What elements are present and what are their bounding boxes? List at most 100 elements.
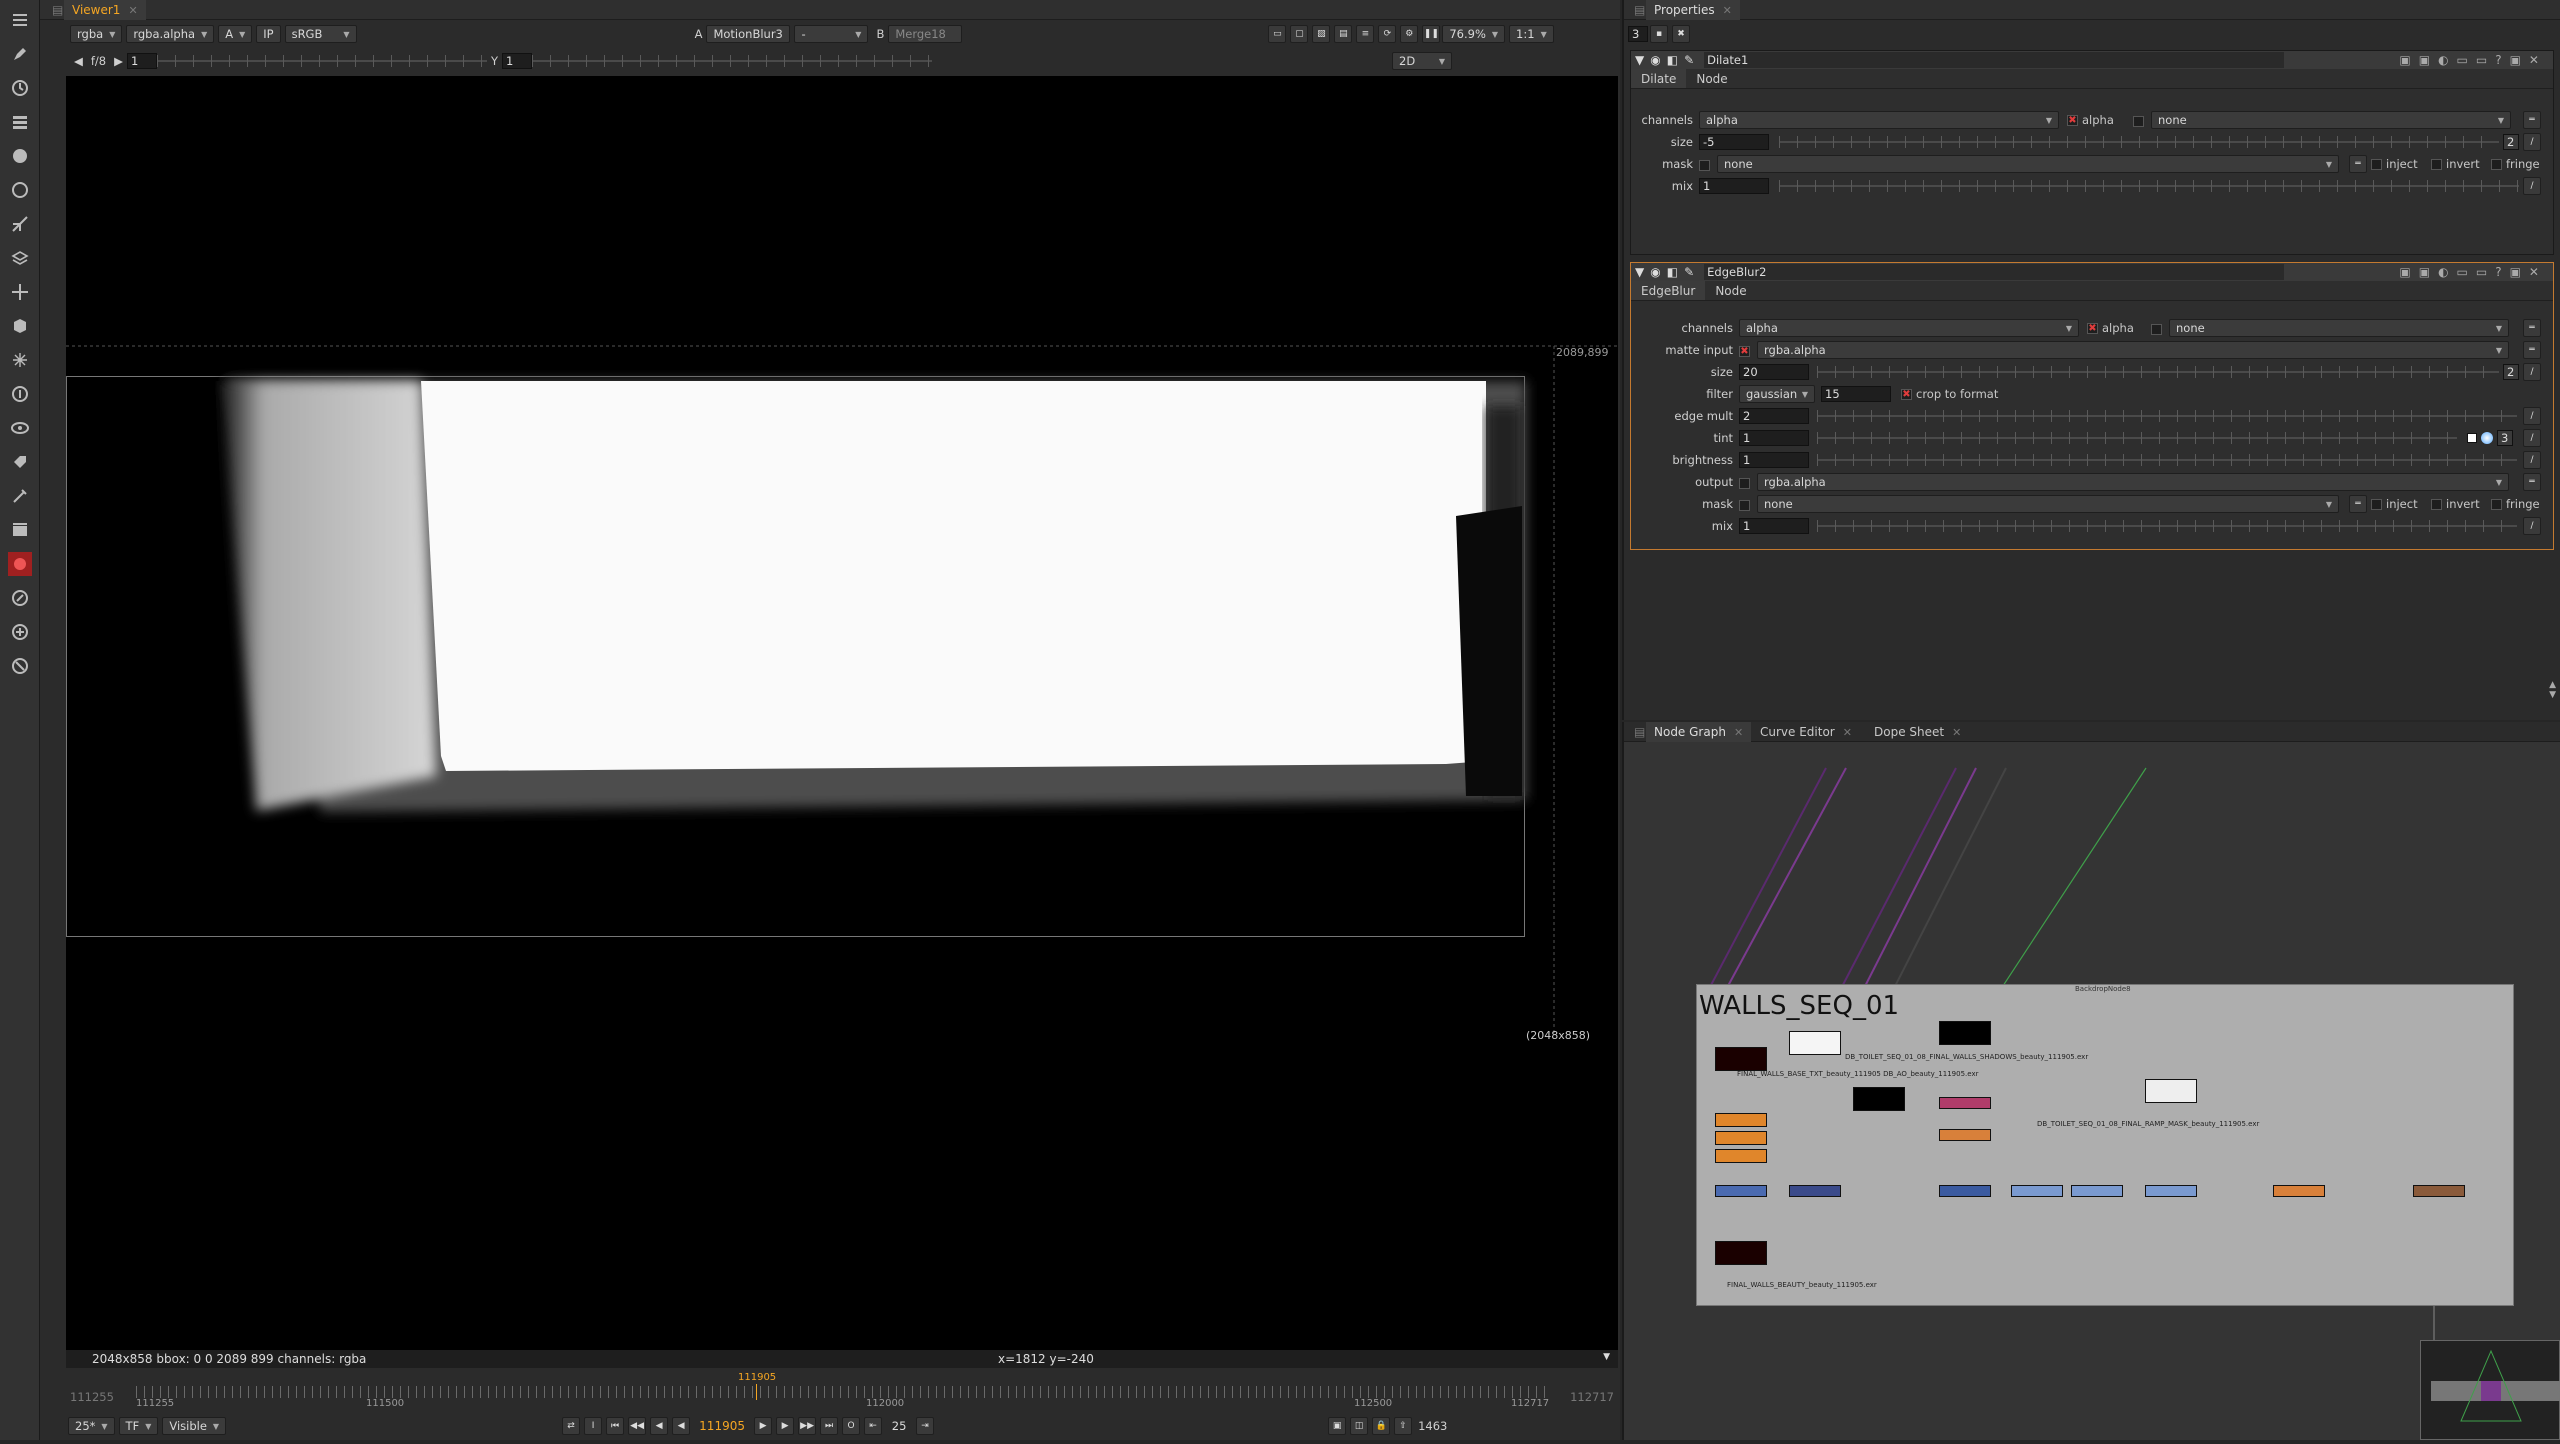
skip-forward-icon[interactable]: ⇥ [916,1417,935,1435]
inject-checkbox[interactable]: ✖ [2371,158,2382,170]
step-forward-icon[interactable]: ▶ [776,1417,795,1435]
collapse-icon[interactable]: ▼ [1635,53,1644,67]
graph-minimap[interactable] [2420,1340,2560,1440]
alpha-checkbox[interactable]: ✖ [2087,322,2098,334]
crop-checkbox[interactable]: ✖ [1901,388,1912,400]
mask-checkbox[interactable]: ✖ [1739,500,1750,511]
channels-dropdown[interactable]: alpha ▼ [1699,111,2059,129]
mix-input[interactable]: 1 [1739,518,1809,534]
safe-area-icon[interactable]: ▢ [1290,25,1309,43]
node-name-field[interactable]: Dilate1 [1704,52,2285,68]
extra-checkbox[interactable]: ✖ [2151,324,2162,335]
output-dropdown[interactable]: rgba.alpha ▼ [1757,473,2509,491]
filter-dropdown[interactable]: gaussian ▼ [1739,385,1815,403]
first-frame-icon[interactable]: ⏮ [606,1417,625,1435]
next-key-icon[interactable]: ▶▶ [798,1417,817,1435]
gamma-slider[interactable] [532,54,932,68]
close-icon[interactable]: ✕ [1952,726,1961,739]
timeline-end[interactable]: 112717 [1570,1390,1614,1404]
node-color-icon[interactable]: ◧ [1667,265,1678,279]
channels-dropdown[interactable]: alpha ▼ [1739,319,2079,337]
clock-icon[interactable] [8,76,32,100]
ocula-icon[interactable] [8,586,32,610]
paint-brush-icon[interactable] [8,42,32,66]
tab-node[interactable]: Node [1705,281,1756,300]
lut-icon[interactable]: ≡ [1356,25,1375,43]
mask-dropdown[interactable]: none ▼ [1757,495,2339,513]
step-back-icon[interactable]: ◀ [650,1417,669,1435]
timeline-start[interactable]: 111255 [70,1390,114,1404]
other-icon[interactable] [8,518,32,542]
view-mode-dropdown[interactable]: 2D ▼ [1392,52,1452,70]
panel-actions-icon[interactable]: ▣▣◐▭▭?▣✕ [2399,53,2547,67]
wipe-icon[interactable]: ▨ [1312,25,1331,43]
colorcorrect-node[interactable] [2145,1185,2197,1197]
lock-icon[interactable]: 🔒 [1372,1417,1391,1435]
merge-icon[interactable] [8,246,32,270]
tab-edgeblur[interactable]: EdgeBlur [1631,281,1706,300]
animation-icon[interactable]: ∕ [2523,133,2541,151]
playhead[interactable] [756,1384,757,1400]
zoom-dropdown[interactable]: 76.9% ▼ [1442,25,1506,43]
timeline[interactable]: 111255 111255 111500 112000 112500 11271… [66,1370,1618,1410]
mask-dropdown[interactable]: none ▼ [1717,155,2339,173]
edgeblur-node[interactable] [1939,1129,1991,1141]
views-icon[interactable] [8,416,32,440]
filter-quality-input[interactable]: 15 [1821,386,1891,402]
prev-key-icon[interactable]: ◀◀ [628,1417,647,1435]
read-node[interactable] [1939,1021,1991,1045]
mix-slider[interactable] [1817,519,2517,533]
keyer-icon[interactable] [8,212,32,236]
tab-node[interactable]: Node [1686,69,1737,88]
mask-menu-icon[interactable]: ═ [2349,495,2367,513]
a-node-dropdown[interactable]: MotionBlur3 [706,25,791,43]
colorcorrect-node[interactable] [2071,1185,2123,1197]
monitor-icon[interactable]: ▣ [1328,1417,1347,1435]
input-a-dropdown[interactable]: A ▼ [218,25,253,43]
max-panels-input[interactable]: 3 [1628,26,1648,42]
grade-node[interactable] [1939,1097,1991,1109]
mask-menu-icon[interactable]: ═ [2349,155,2367,173]
refresh-icon[interactable]: ⟳ [1378,25,1397,43]
close-icon[interactable]: ✕ [1734,726,1743,739]
fringe-checkbox[interactable]: ✖ [2491,158,2502,170]
plugin-icon[interactable] [8,620,32,644]
edge-mult-input[interactable]: 2 [1739,408,1809,424]
color-swatch[interactable] [2467,433,2477,443]
switch-node[interactable] [1715,1149,1767,1163]
size-input[interactable]: 20 [1739,364,1809,380]
toolsets-icon[interactable] [8,484,32,508]
animation-icon[interactable]: ∕ [2523,363,2541,381]
merge-node[interactable] [1939,1185,1991,1197]
inject-checkbox[interactable]: ✖ [2371,498,2382,510]
output-checkbox[interactable]: ✖ [1739,478,1750,489]
pause-icon[interactable]: ❚❚ [1422,25,1441,43]
overlay-icon[interactable]: ▤ [1334,25,1353,43]
extra-checkbox[interactable]: ✖ [2133,116,2144,127]
ip-button[interactable]: IP [256,25,281,43]
size-input[interactable]: -5 [1699,134,1769,150]
merge-node[interactable] [2413,1185,2465,1197]
tab-curve-editor[interactable]: Curve Editor ✕ [1752,722,1860,742]
invert-checkbox[interactable]: ✖ [2431,158,2442,170]
matte-dropdown[interactable]: rgba.alpha ▼ [1757,341,2509,359]
mix-slider[interactable] [1779,179,2519,193]
tf-dropdown[interactable]: TF ▼ [118,1417,159,1435]
menu-icon[interactable] [8,8,32,32]
last-frame-icon[interactable]: ⏭ [820,1417,839,1435]
fps-dropdown[interactable]: 25* ▼ [68,1417,115,1435]
particles-icon[interactable] [8,348,32,372]
read-node[interactable] [2145,1079,2197,1103]
current-frame-field[interactable]: 111905 [692,1418,753,1434]
tint-slider[interactable] [1817,431,2457,445]
channels-dropdown[interactable]: rgba ▼ [70,25,123,43]
node-tool-icon[interactable]: ✎ [1684,265,1694,279]
gain-arrow-icon[interactable]: ◀ [74,54,83,68]
tab-dope-sheet[interactable]: Dope Sheet ✕ [1866,722,1969,742]
node-graph-panel[interactable]: ▤ Node Graph ✕ Curve Editor ✕ Dope Sheet ✕ … [1622,722,2560,1440]
animation-icon[interactable]: ∕ [2523,177,2541,195]
size-count[interactable]: 2 [2503,364,2519,380]
node-tool-icon[interactable]: ✎ [1684,53,1694,67]
ratio-dropdown[interactable]: 1:1 ▼ [1509,25,1554,43]
close-icon[interactable]: ✕ [1843,726,1852,739]
